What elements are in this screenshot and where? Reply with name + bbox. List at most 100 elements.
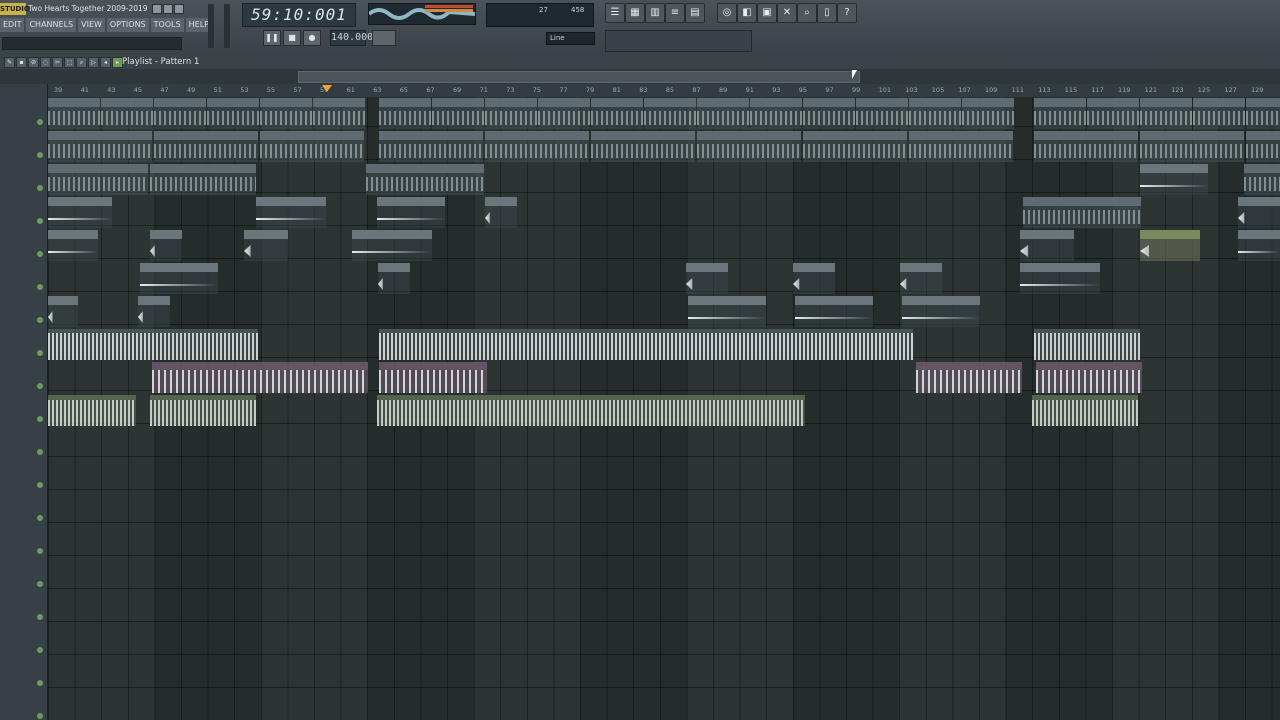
pattern-clip[interactable]: Pattern 7	[1023, 197, 1141, 228]
track-mute-led[interactable]	[37, 416, 43, 422]
audio-clip[interactable]: Crash	[900, 263, 942, 294]
pattern-clip[interactable]: Pattern 4	[803, 131, 907, 162]
scroll-thumb[interactable]	[298, 71, 860, 83]
pattern-clip[interactable]: Pattern 2	[909, 131, 1013, 162]
playlist-icon[interactable]: ☰	[605, 3, 625, 23]
pattern-clip[interactable]: Pattern 1	[1140, 98, 1192, 129]
audio-clip[interactable]: Crowds	[1140, 230, 1200, 261]
audio-clip[interactable]	[379, 329, 913, 360]
document-icon[interactable]: ▯	[817, 3, 837, 23]
track-mute-led[interactable]	[37, 614, 43, 620]
maximize-icon[interactable]	[163, 4, 173, 14]
audio-clip[interactable]: Crash	[150, 230, 182, 261]
audio-clip[interactable]: Reverb FX	[1020, 263, 1100, 294]
audio-clip[interactable]: Crash	[138, 296, 170, 327]
audio-clip[interactable]: Reverb FX	[1238, 230, 1280, 261]
pattern-clip[interactable]: Pattern 6	[1246, 131, 1280, 162]
pattern-clip[interactable]: Pattern 1	[207, 98, 259, 129]
track-mute-led[interactable]	[37, 218, 43, 224]
record-button[interactable]: ●	[303, 30, 321, 46]
browser-icon[interactable]: ▤	[685, 3, 705, 23]
audio-clip[interactable]: Crash	[1238, 197, 1280, 228]
menu-options[interactable]: OPTIONS	[106, 18, 149, 32]
menu-edit[interactable]: EDIT	[0, 18, 25, 32]
pattern-clip[interactable]: Pattern 2	[260, 131, 364, 162]
playlist-grid[interactable]: Pattern 1 Pattern 1 Pattern 1 Pattern 1 Patt…	[48, 97, 1280, 720]
audio-clip[interactable]	[916, 362, 1022, 393]
pattern-clip[interactable]: Pattern 1	[485, 98, 537, 129]
audio-clip[interactable]	[1036, 362, 1142, 393]
pattern-clip[interactable]: Pattern 6	[48, 131, 152, 162]
audio-clip[interactable]	[48, 395, 136, 426]
minimize-icon[interactable]	[152, 4, 162, 14]
pattern-clip[interactable]: Pattern 1	[1087, 98, 1139, 129]
pattern-clip[interactable]: Pattern 1	[154, 98, 206, 129]
pattern-clip[interactable]: Pattern 6	[154, 131, 258, 162]
search-icon[interactable]: ⌕	[797, 3, 817, 23]
audio-clip[interactable]: Reverb FX	[352, 230, 432, 261]
mute-tool-icon[interactable]: ◌	[40, 57, 51, 68]
pattern-clip[interactable]: Pattern 1	[962, 98, 1014, 129]
track-mute-led[interactable]	[37, 449, 43, 455]
snap-select[interactable]: Line	[546, 32, 595, 45]
track-mute-led[interactable]	[37, 317, 43, 323]
pattern-clip[interactable]: Pattern 1	[1246, 98, 1280, 129]
pattern-clip[interactable]: Pattern 7	[366, 164, 484, 195]
timeline-ruler[interactable]: 39 41 43 45 47 49 51 53 55 57 59 61 63 65 67 69 71 73 75 77…	[48, 84, 1280, 98]
pattern-clip[interactable]: Pattern 1	[101, 98, 153, 129]
audio-clip[interactable]	[150, 395, 256, 426]
pattern-clip[interactable]: Pattern 6	[1140, 131, 1244, 162]
song-position-display[interactable]: 59:10:001	[242, 3, 356, 27]
audio-clip[interactable]	[1032, 395, 1138, 426]
audio-clip[interactable]: Reverb FX	[795, 296, 873, 327]
save-icon[interactable]: ▣	[757, 3, 777, 23]
pattern-clip[interactable]: Pattern 1	[644, 98, 696, 129]
pattern-clip[interactable]: Pattern 1	[1034, 98, 1086, 129]
pattern-clip[interactable]: Pattern 1	[48, 98, 100, 129]
track-mute-led[interactable]	[37, 350, 43, 356]
audio-clip[interactable]: Crash	[485, 197, 517, 228]
pattern-clip[interactable]: Pattern 1	[697, 98, 749, 129]
audio-clip[interactable]	[1034, 329, 1140, 360]
paint-tool-icon[interactable]: ▪	[16, 57, 27, 68]
delete-tool-icon[interactable]: ⊘	[28, 57, 39, 68]
song-position-marker[interactable]	[322, 85, 332, 92]
select-tool-icon[interactable]: ⬚	[64, 57, 75, 68]
audio-clip[interactable]: Crash	[244, 230, 288, 261]
pattern-clip[interactable]: Pattern 1	[750, 98, 802, 129]
audio-clip[interactable]: Crash	[686, 263, 728, 294]
menu-channels[interactable]: CHANNELS	[26, 18, 77, 32]
track-mute-led[interactable]	[37, 548, 43, 554]
audio-clip[interactable]: Reverb FX	[688, 296, 766, 327]
zoom-tool-icon[interactable]: ⌕	[76, 57, 87, 68]
pattern-clip[interactable]: Pattern 1	[313, 98, 365, 129]
track-mute-led[interactable]	[37, 185, 43, 191]
track-mute-led[interactable]	[37, 713, 43, 719]
audio-clip[interactable]: Crash	[793, 263, 835, 294]
close-icon[interactable]	[174, 4, 184, 14]
master-pitch-slider[interactable]	[224, 4, 230, 48]
step-sequencer-icon[interactable]: ▥	[645, 3, 665, 23]
audio-clip[interactable]: Reverb FX	[902, 296, 980, 327]
master-volume-slider[interactable]	[208, 4, 214, 48]
draw-tool-icon[interactable]: ✎	[4, 57, 15, 68]
pause-button[interactable]: ❚❚	[263, 30, 281, 46]
audio-clip[interactable]: Reverb FX	[140, 263, 218, 294]
pattern-clip[interactable]: Pattern 1	[591, 98, 643, 129]
pattern-clip[interactable]: Pattern 4	[697, 131, 801, 162]
pattern-clip[interactable]: Pattern 1	[538, 98, 590, 129]
track-mute-led[interactable]	[37, 680, 43, 686]
audio-clip[interactable]: Reverb FX	[256, 197, 326, 228]
cpu-icon[interactable]: ◎	[717, 3, 737, 23]
pattern-clip[interactable]: Pattern 4	[485, 131, 589, 162]
pattern-clip[interactable]: Pattern 4	[591, 131, 695, 162]
pattern-clip[interactable]: Pattern 2	[379, 131, 483, 162]
pattern-clip[interactable]: Pattern 1	[1244, 164, 1280, 195]
audio-clip[interactable]: Reverb FX	[377, 197, 445, 228]
pattern-clip[interactable]: Pattern 4	[150, 164, 256, 195]
track-mute-led[interactable]	[37, 482, 43, 488]
track-mute-led[interactable]	[37, 152, 43, 158]
plugin-icon[interactable]: ◧	[737, 3, 757, 23]
audio-clip[interactable]: Reverb FX	[1140, 164, 1208, 195]
track-mute-led[interactable]	[37, 383, 43, 389]
